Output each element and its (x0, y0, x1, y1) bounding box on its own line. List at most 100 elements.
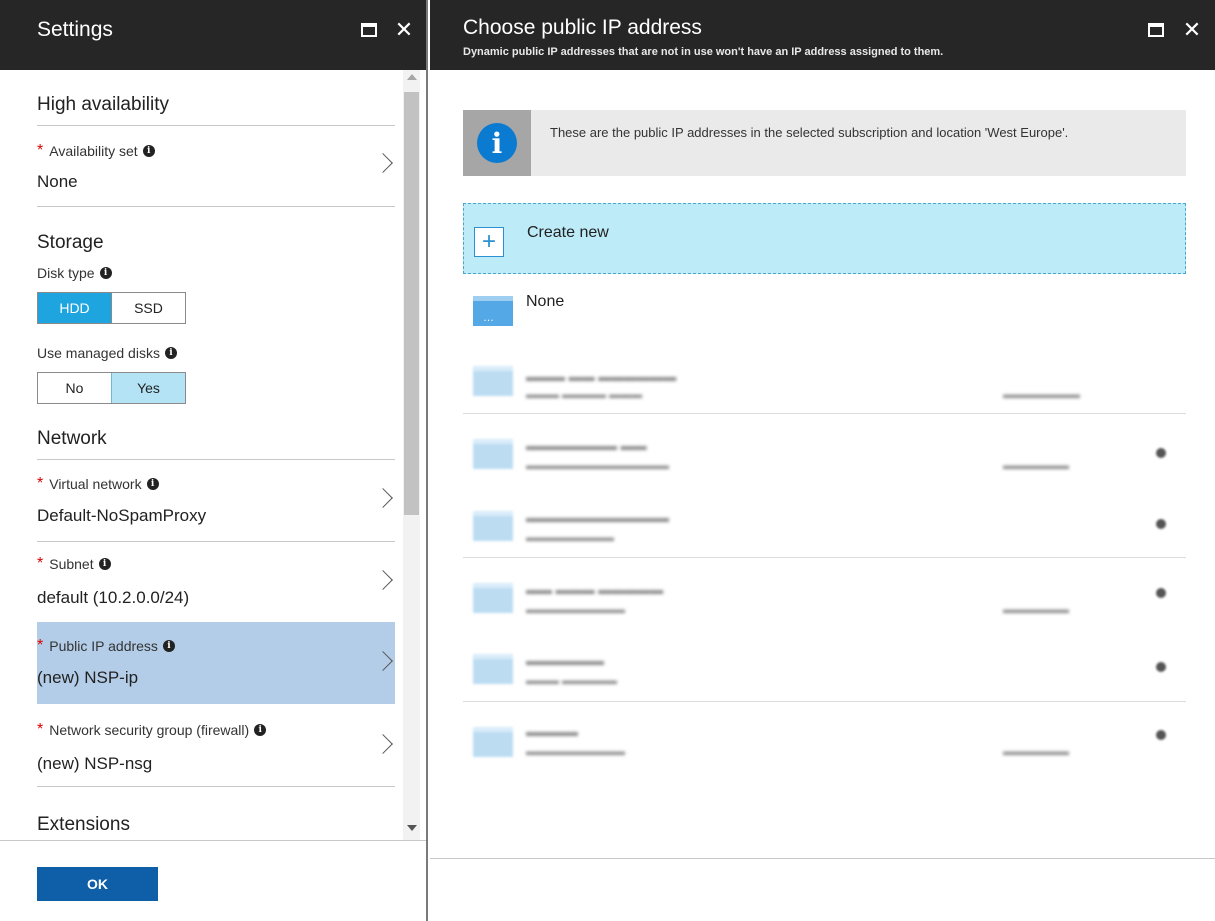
ok-button[interactable]: OK (37, 867, 158, 901)
close-button[interactable]: ✕ (1180, 18, 1204, 42)
settings-title: Settings (37, 18, 113, 41)
section-extensions: Extensions (37, 814, 130, 835)
ip-option-none[interactable]: … None (463, 285, 1186, 353)
subnet-value: default (10.2.0.0/24) (37, 588, 190, 607)
ip-option-row[interactable]: ▬▬ ▬▬▬ ▬▬▬▬▬ ▬▬▬▬▬▬▬▬▬ ▬▬▬▬▬▬ (463, 572, 1186, 640)
public-ip-icon: … (473, 296, 513, 326)
availability-set-label-text: Availability set (49, 143, 138, 159)
subnet-label-text: Subnet (49, 556, 94, 572)
close-icon: ✕ (1182, 17, 1202, 42)
pin-icon[interactable] (1156, 588, 1166, 598)
section-storage: Storage (37, 232, 104, 253)
info-icon[interactable]: i (99, 267, 112, 279)
row-divider (463, 413, 1186, 414)
public-ip-icon (473, 583, 513, 613)
blurred-text: ▬▬▬▬▬▬▬▬▬ (526, 746, 625, 758)
info-icon[interactable]: i (146, 478, 159, 490)
disk-type-hdd[interactable]: HDD (38, 293, 111, 323)
public-ip-icon (473, 654, 513, 684)
info-icon[interactable]: i (254, 724, 267, 736)
maximize-icon (361, 23, 377, 37)
info-icon[interactable]: i (164, 347, 177, 359)
public-ip-icon (473, 727, 513, 757)
info-banner-text: These are the public IP addresses in the… (550, 125, 1069, 140)
availability-set-value: None (37, 172, 78, 191)
disk-type-toggle: HDD SSD (37, 292, 186, 324)
blurred-text: ▬▬▬▬▬▬▬▬▬▬▬▬▬ (526, 460, 669, 472)
ip-option-row[interactable]: ▬▬▬▬ ▬▬▬▬▬▬▬▬▬ ▬▬▬▬▬▬ (463, 716, 1186, 784)
public-ip-row[interactable] (37, 622, 395, 704)
ip-option-row[interactable]: ▬▬▬▬▬▬▬ ▬▬ ▬▬▬▬▬▬▬▬▬▬▬▬▬ ▬▬▬▬▬▬ (463, 428, 1186, 496)
create-new-label: Create new (527, 224, 609, 241)
pin-icon[interactable] (1156, 448, 1166, 458)
required-asterisk: * (37, 637, 44, 654)
divider (37, 206, 395, 207)
blurred-text: ▬▬▬ ▬▬ ▬▬▬▬▬▬ (526, 369, 677, 384)
blurred-text: ▬▬▬▬▬▬ (526, 653, 604, 668)
info-icon[interactable]: i (162, 640, 175, 652)
blurred-text: ▬▬▬▬▬▬▬▬▬ (526, 604, 625, 616)
info-banner-icon-box: i (463, 110, 531, 176)
virtual-network-value: Default-NoSpamProxy (37, 506, 207, 525)
create-new-button[interactable]: + Create new (463, 203, 1186, 274)
scroll-up-arrow-icon[interactable] (407, 74, 417, 80)
blurred-text: ▬▬▬ ▬▬▬▬▬ (526, 675, 618, 687)
disk-type-label: Disk type i (37, 265, 112, 281)
maximize-button[interactable] (1144, 18, 1168, 42)
info-banner: i These are the public IP addresses in t… (463, 110, 1186, 176)
scrollbar-thumb[interactable] (404, 92, 419, 515)
blurred-text: ▬▬▬▬▬▬▬ ▬▬ (526, 438, 647, 453)
settings-blade: Settings ✕ High availability * Availabil… (0, 0, 428, 921)
required-asterisk: * (37, 475, 44, 492)
public-ip-value: (new) NSP-ip (37, 668, 139, 687)
virtual-network-label: * Virtual network i (37, 475, 159, 493)
pin-icon[interactable] (1156, 519, 1166, 529)
managed-disks-toggle: No Yes (37, 372, 186, 404)
settings-body: High availability * Availability set i N… (0, 70, 426, 840)
managed-disks-label-text: Use managed disks (37, 345, 160, 361)
pin-icon[interactable] (1156, 662, 1166, 672)
pin-icon[interactable] (1156, 730, 1166, 740)
info-icon[interactable]: i (98, 558, 111, 570)
footer-divider (430, 858, 1215, 859)
blurred-text: ▬▬▬▬▬▬ (1003, 460, 1069, 472)
divider (37, 786, 395, 787)
public-ip-label-text: Public IP address (49, 638, 158, 654)
nsg-label: * Network security group (firewall) i (37, 721, 267, 739)
public-ip-icon (473, 511, 513, 541)
blurred-text: ▬▬▬▬▬▬ (1003, 604, 1069, 616)
blurred-text: ▬▬ ▬▬▬ ▬▬▬▬▬ (526, 582, 664, 597)
section-network: Network (37, 428, 107, 449)
managed-disks-yes[interactable]: Yes (111, 373, 185, 403)
maximize-button[interactable] (357, 18, 381, 42)
blurred-text: ▬▬▬▬▬▬▬▬ (526, 532, 614, 544)
row-divider (463, 557, 1186, 558)
disk-type-label-text: Disk type (37, 265, 95, 281)
blurred-text: ▬▬▬▬ (526, 724, 578, 739)
close-button[interactable]: ✕ (392, 18, 416, 42)
settings-header: Settings ✕ (0, 0, 426, 70)
choose-ip-blade: Choose public IP address Dynamic public … (430, 0, 1215, 921)
info-icon[interactable]: i (142, 145, 155, 157)
blurred-text: ▬▬▬▬▬▬ (1003, 746, 1069, 758)
blurred-text: ▬▬▬▬▬▬▬▬▬▬▬ (526, 510, 669, 525)
blurred-text: ▬▬▬ ▬▬▬▬ ▬▬▬ (526, 389, 643, 401)
choose-ip-header: Choose public IP address Dynamic public … (430, 0, 1215, 70)
virtual-network-label-text: Virtual network (49, 476, 142, 492)
managed-disks-no[interactable]: No (38, 373, 111, 403)
choose-ip-subtitle: Dynamic public IP addresses that are not… (463, 46, 944, 58)
scroll-down-arrow-icon[interactable] (407, 825, 417, 831)
public-ip-label: * Public IP address i (37, 637, 175, 655)
availability-set-label: * Availability set i (37, 142, 155, 160)
nsg-value: (new) NSP-nsg (37, 754, 153, 773)
section-high-availability: High availability (37, 94, 170, 115)
row-divider (463, 701, 1186, 702)
nsg-row[interactable] (37, 706, 395, 786)
divider (37, 125, 395, 126)
managed-disks-label: Use managed disks i (37, 345, 177, 361)
required-asterisk: * (37, 142, 44, 159)
info-icon: i (477, 123, 517, 163)
choose-ip-title: Choose public IP address (463, 16, 702, 39)
required-asterisk: * (37, 555, 44, 572)
disk-type-ssd[interactable]: SSD (111, 293, 185, 323)
